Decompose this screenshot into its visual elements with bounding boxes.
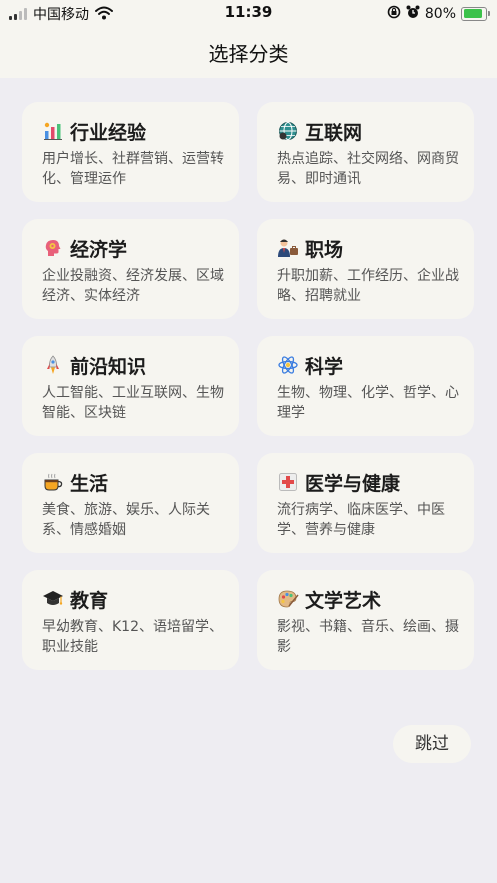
category-card-science[interactable]: 科学 生物、物理、化学、哲学、心理学	[257, 336, 474, 436]
category-description: 热点追踪、社交网络、网商贸易、即时通讯	[277, 151, 459, 187]
category-description: 升职加薪、工作经历、企业战略、招聘就业	[277, 268, 459, 304]
category-description: 美食、旅游、娱乐、人际关系、情感婚姻	[42, 502, 210, 538]
category-description: 流行病学、临床医学、中医学、营养与健康	[277, 502, 445, 538]
bar-chart-icon	[42, 120, 64, 142]
category-card-frontier-knowledge[interactable]: 前沿知识 人工智能、工业互联网、生物智能、区块链	[22, 336, 239, 436]
category-title: 经济学	[70, 238, 128, 261]
category-card-medicine-health[interactable]: 医学与健康 流行病学、临床医学、中医学、营养与健康	[257, 453, 474, 553]
rocket-icon	[42, 354, 64, 376]
alarm-icon	[406, 4, 420, 23]
category-card-industry-experience[interactable]: 行业经验 用户增长、社群营销、运营转化、管理运作	[22, 102, 239, 202]
status-bar: 中国移动 11:39 80%	[0, 0, 497, 26]
category-grid: 行业经验 用户增长、社群营销、运营转化、管理运作 互联网 热点追踪、社交网络、网…	[22, 102, 474, 670]
category-card-literature-art[interactable]: 文学艺术 影视、书籍、音乐、绘画、摄影	[257, 570, 474, 670]
category-card-internet[interactable]: 互联网 热点追踪、社交网络、网商贸易、即时通讯	[257, 102, 474, 202]
category-title: 行业经验	[70, 121, 147, 144]
category-title: 职场	[305, 238, 344, 261]
category-description: 用户增长、社群营销、运营转化、管理运作	[42, 151, 224, 187]
category-description: 生物、物理、化学、哲学、心理学	[277, 385, 459, 421]
category-description: 人工智能、工业互联网、生物智能、区块链	[42, 385, 224, 421]
navigation-bar: 选择分类	[0, 26, 497, 78]
category-card-education[interactable]: 教育 早幼教育、K12、语培留学、职业技能	[22, 570, 239, 670]
category-title: 科学	[305, 355, 344, 378]
head-gear-icon	[42, 237, 64, 259]
category-card-life[interactable]: 生活 美食、旅游、娱乐、人际关系、情感婚姻	[22, 453, 239, 553]
category-title: 医学与健康	[305, 472, 401, 495]
page-title: 选择分类	[208, 42, 289, 66]
atom-icon	[277, 354, 299, 376]
category-title: 教育	[70, 589, 109, 612]
category-title: 互联网	[305, 121, 363, 144]
orientation-lock-icon	[387, 4, 401, 23]
medical-cross-icon	[277, 471, 299, 493]
category-description: 企业投融资、经济发展、区域经济、实体经济	[42, 268, 224, 304]
category-card-workplace[interactable]: 职场 升职加薪、工作经历、企业战略、招聘就业	[257, 219, 474, 319]
globe-icon	[277, 120, 299, 142]
category-card-economics[interactable]: 经济学 企业投融资、经济发展、区域经济、实体经济	[22, 219, 239, 319]
category-description: 早幼教育、K12、语培留学、职业技能	[42, 619, 223, 655]
graduation-cap-icon	[42, 588, 64, 610]
battery-charging-icon	[461, 6, 490, 21]
category-description: 影视、书籍、音乐、绘画、摄影	[277, 619, 459, 655]
coffee-cup-icon	[42, 471, 64, 493]
category-title: 文学艺术	[305, 589, 382, 612]
category-title: 前沿知识	[70, 355, 147, 378]
status-right: 80%	[387, 4, 490, 23]
battery-percent: 80%	[424, 5, 456, 22]
businessman-icon	[277, 237, 299, 259]
skip-button[interactable]: 跳过	[393, 725, 471, 763]
category-title: 生活	[70, 472, 109, 495]
palette-icon	[277, 588, 299, 610]
